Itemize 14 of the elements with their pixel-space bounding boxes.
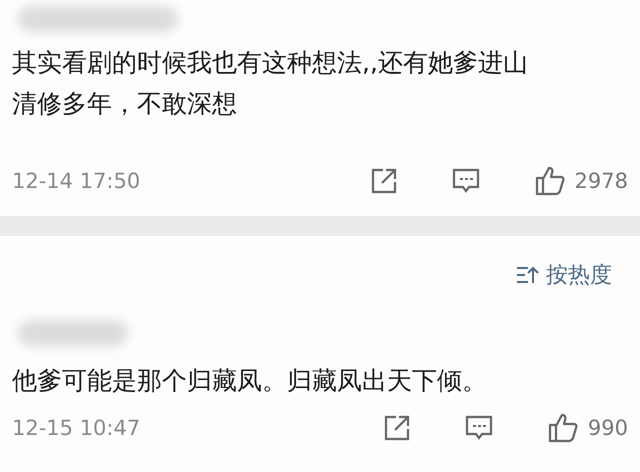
share-icon[interactable] (384, 415, 410, 441)
comment-text: 他爹可能是那个归藏凤。归藏凤出天下倾。 (12, 365, 488, 397)
comment-icon[interactable] (464, 415, 493, 441)
comment-time: 12-14 17:50 (12, 169, 140, 193)
comment-time: 12-15 10:47 (12, 416, 140, 440)
sort-icon (516, 266, 540, 284)
thumbs-up-icon (548, 413, 578, 443)
comment-text: 其实看剧的时候我也有这种想法,,还有她爹进山清修多年，不敢深想 (12, 47, 529, 120)
like-button[interactable]: 990 (548, 413, 628, 443)
comment-icon[interactable] (452, 168, 480, 194)
share-icon[interactable] (370, 168, 397, 194)
thumbs-up-icon (534, 166, 565, 196)
like-button[interactable]: 2978 (534, 166, 628, 196)
sort-button[interactable]: 按热度 (516, 260, 612, 290)
